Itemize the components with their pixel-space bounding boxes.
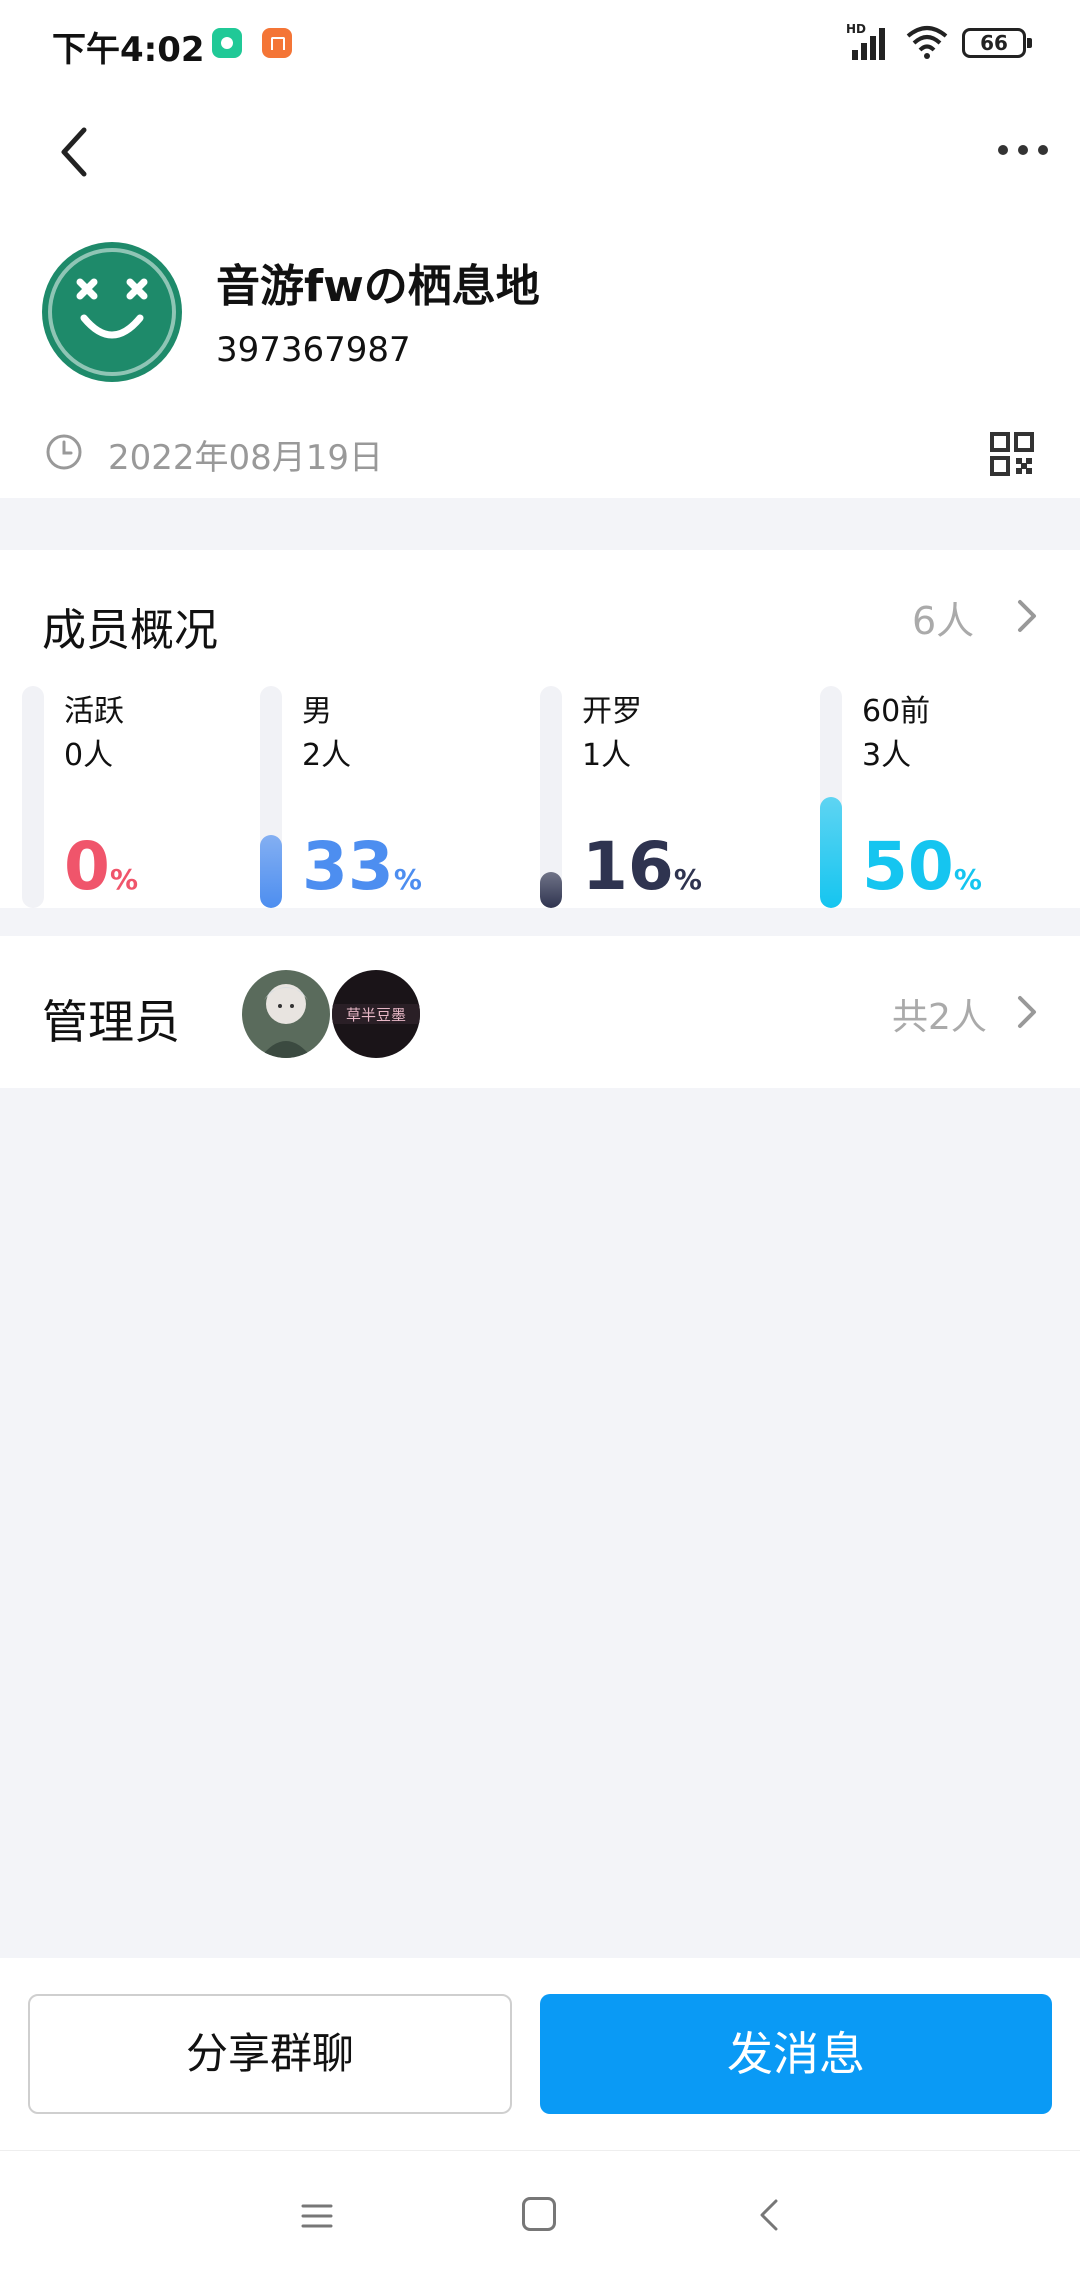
stat-percent: 16% bbox=[582, 828, 702, 905]
stat-age: 60前 3人 50% bbox=[820, 686, 1060, 908]
svg-text:墨豆半草: 墨豆半草 bbox=[346, 1006, 406, 1024]
share-group-button[interactable]: 分享群聊 bbox=[28, 1994, 512, 2114]
bottom-actions: 分享群聊 发消息 bbox=[0, 1958, 1080, 2150]
orange-mi-app-icon bbox=[262, 28, 292, 58]
group-avatar[interactable] bbox=[42, 242, 182, 382]
send-message-button[interactable]: 发消息 bbox=[540, 1994, 1052, 2114]
stat-male: 男 2人 33% bbox=[260, 686, 510, 908]
smiley-face-icon bbox=[48, 248, 176, 376]
stat-label: 开罗 bbox=[582, 694, 642, 729]
stat-count: 2人 bbox=[302, 738, 352, 773]
more-dots-icon[interactable] bbox=[996, 140, 1050, 160]
stat-count: 3人 bbox=[862, 738, 912, 773]
stat-label: 60前 bbox=[862, 694, 931, 729]
top-bar bbox=[0, 90, 1080, 220]
admins-row[interactable]: 管理员 墨豆半草 共2人 bbox=[0, 936, 1080, 1088]
group-profile: 音游fwの栖息地 397367987 2022年08月19日 bbox=[0, 220, 1080, 498]
members-title: 成员概况 bbox=[42, 605, 218, 656]
signal-icon bbox=[852, 28, 885, 60]
clock-icon bbox=[46, 434, 82, 470]
chevron-right-icon bbox=[1018, 600, 1036, 632]
stat-count: 0人 bbox=[64, 738, 114, 773]
stat-count: 1人 bbox=[582, 738, 632, 773]
home-icon[interactable] bbox=[522, 2197, 556, 2231]
anime-character-avatar-icon bbox=[242, 970, 330, 1058]
created-date: 2022年08月19日 bbox=[108, 438, 384, 478]
qr-code-icon[interactable] bbox=[990, 432, 1034, 476]
stat-percent: 50% bbox=[862, 828, 982, 905]
group-id: 397367987 bbox=[216, 330, 411, 370]
stat-percent: 33% bbox=[302, 828, 422, 905]
stat-percent: 0% bbox=[64, 828, 138, 905]
stat-active: 活跃 0人 0% bbox=[22, 686, 242, 908]
group-name: 音游fwの栖息地 bbox=[216, 261, 540, 312]
stat-label: 活跃 bbox=[64, 694, 124, 729]
system-nav-bar bbox=[0, 2150, 1080, 2280]
admins-title: 管理员 bbox=[42, 995, 180, 1049]
recent-apps-icon[interactable] bbox=[300, 2199, 334, 2233]
stat-bar-fill bbox=[260, 835, 282, 908]
stat-bar-track bbox=[260, 686, 282, 908]
text-avatar-icon: 墨豆半草 bbox=[332, 970, 420, 1058]
stat-bar-fill bbox=[820, 797, 842, 908]
stat-bar-track bbox=[22, 686, 44, 908]
green-shield-app-icon bbox=[212, 28, 242, 58]
back-arrow-icon[interactable] bbox=[52, 122, 100, 182]
stat-bar-fill bbox=[540, 872, 562, 908]
chevron-right-icon bbox=[1018, 996, 1036, 1028]
admin-avatar[interactable] bbox=[242, 970, 330, 1058]
stat-label: 男 bbox=[302, 694, 332, 729]
admin-avatar[interactable]: 墨豆半草 bbox=[332, 970, 420, 1058]
status-bar: 下午4:02 HD 66 bbox=[0, 0, 1080, 90]
admins-count: 共2人 bbox=[892, 997, 987, 1038]
members-count: 6人 bbox=[912, 599, 975, 643]
nav-back-icon[interactable] bbox=[756, 2197, 780, 2233]
wifi-icon bbox=[906, 26, 948, 59]
status-time: 下午4:02 bbox=[52, 30, 205, 70]
members-overview[interactable]: 成员概况 6人 活跃 0人 0% 男 2人 33% 开罗 1人 16% 60前 … bbox=[0, 550, 1080, 908]
stat-region: 开罗 1人 16% bbox=[540, 686, 790, 908]
battery-icon: 66 bbox=[962, 28, 1032, 58]
stat-bar-track bbox=[820, 686, 842, 908]
stat-bar-track bbox=[540, 686, 562, 908]
